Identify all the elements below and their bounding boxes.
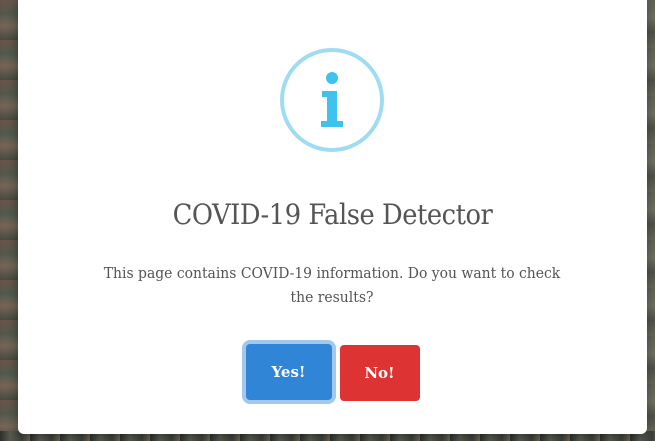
dialog-title: COVID-19 False Detector [172, 198, 493, 231]
info-icon [280, 48, 384, 152]
dialog-actions: Yes! No! [18, 344, 647, 401]
confirm-button[interactable]: Yes! [245, 344, 332, 400]
cancel-button[interactable]: No! [339, 345, 420, 401]
dialog-message: This page contains COVID-19 information.… [103, 266, 561, 306]
alert-dialog: COVID-19 False Detector This page contai… [18, 0, 647, 434]
